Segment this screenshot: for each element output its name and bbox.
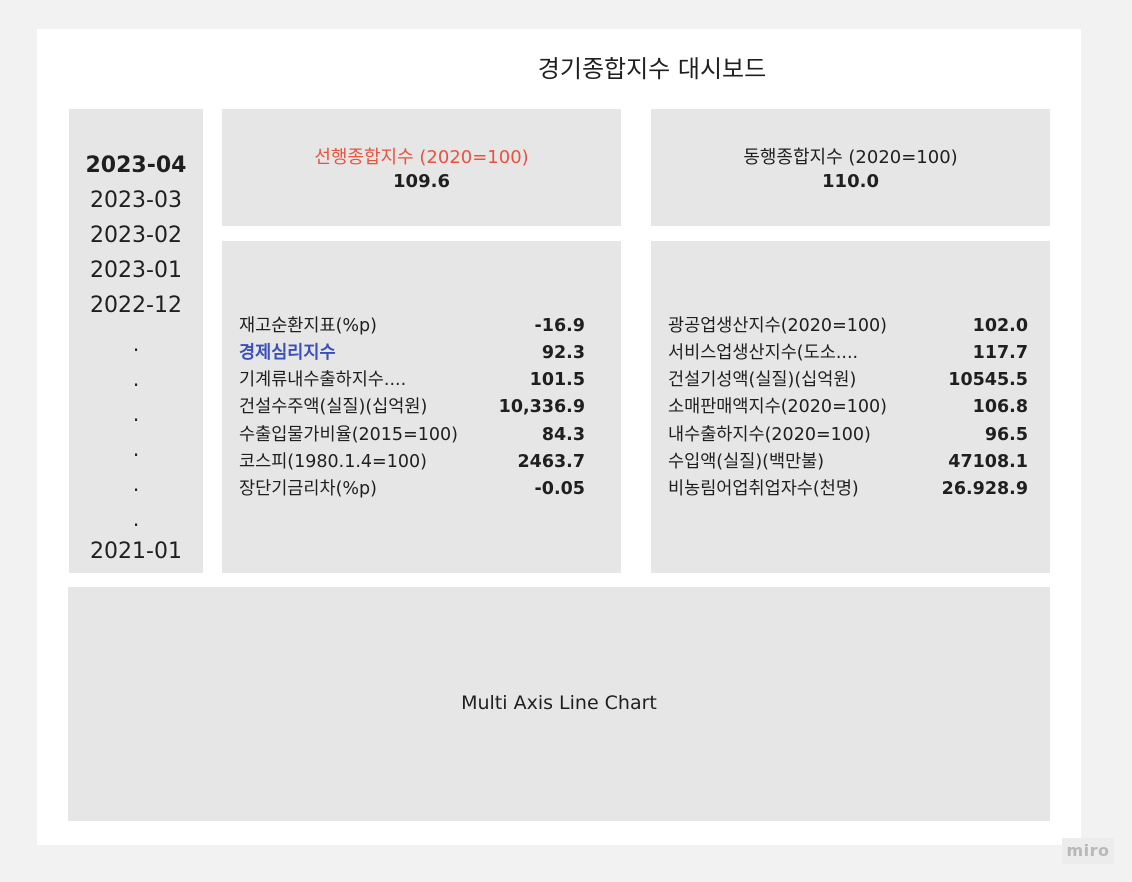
leading-index-card[interactable]: 선행종합지수 (2020=100) 109.6 <box>222 109 621 226</box>
list-item[interactable]: 기계류내수출하지수.... 101.5 <box>222 367 621 394</box>
indicator-value: 26.928.9 <box>941 479 1028 499</box>
list-item[interactable]: 수출입물가비율(2015=100) 84.3 <box>222 422 621 449</box>
indicator-name: 건설기성액(실질)(십억원) <box>668 370 857 390</box>
indicator-value: 96.5 <box>984 425 1028 445</box>
indicator-value: 106.8 <box>972 397 1028 417</box>
ellipsis-dot: . <box>132 402 140 426</box>
indicator-name: 기계류내수출하지수.... <box>239 370 407 390</box>
indicator-value: 102.0 <box>972 316 1028 336</box>
leading-components-list: 재고순환지표(%p) -16.9 경제심리지수 92.3 기계류내수출하지수..… <box>222 241 621 573</box>
indicator-name: 수출입물가비율(2015=100) <box>239 425 458 445</box>
indicator-name: 서비스업생산지수(도소.... <box>668 343 859 363</box>
coincident-components-list: 광공업생산지수(2020=100) 102.0 서비스업생산지수(도소.... … <box>651 241 1050 573</box>
indicator-value: 117.7 <box>972 343 1028 363</box>
indicator-value: 101.5 <box>529 370 585 390</box>
indicator-name: 건설수주액(실질)(십억원) <box>239 397 428 417</box>
ellipsis-dot: . <box>132 472 140 496</box>
indicator-name: 내수출하지수(2020=100) <box>668 425 871 445</box>
indicator-name: 비농림어업취업자수(천명) <box>668 479 859 499</box>
indicator-name: 수입액(실질)(백만불) <box>668 452 825 472</box>
dashboard-board: 경기종합지수 대시보드 2023-04 2023-03 2023-02 2023… <box>37 29 1081 845</box>
date-item-2023-03[interactable]: 2023-03 <box>69 186 203 216</box>
list-item[interactable]: 비농림어업취업자수(천명) 26.928.9 <box>651 476 1050 503</box>
page-title: 경기종합지수 대시보드 <box>537 55 767 83</box>
indicator-value: 47108.1 <box>948 452 1028 472</box>
list-item[interactable]: 건설기성액(실질)(십억원) 10545.5 <box>651 367 1050 394</box>
coincident-index-label: 동행종합지수 (2020=100) <box>743 147 958 168</box>
list-item[interactable]: 소매판매액지수(2020=100) 106.8 <box>651 394 1050 421</box>
chart-placeholder-label: Multi Axis Line Chart <box>461 692 657 714</box>
indicator-value: 10545.5 <box>948 370 1028 390</box>
indicator-name: 광공업생산지수(2020=100) <box>668 316 887 336</box>
miro-watermark: miro <box>1062 838 1114 864</box>
coincident-index-card[interactable]: 동행종합지수 (2020=100) 110.0 <box>651 109 1050 226</box>
list-item[interactable]: 재고순환지표(%p) -16.9 <box>222 313 621 340</box>
date-item-2023-01[interactable]: 2023-01 <box>69 256 203 286</box>
indicator-name: 재고순환지표(%p) <box>239 316 377 336</box>
list-item[interactable]: 경제심리지수 92.3 <box>222 340 621 367</box>
date-item-2021-01[interactable]: 2021-01 <box>69 537 203 567</box>
indicator-name: 경제심리지수 <box>239 343 336 363</box>
indicator-name: 소매판매액지수(2020=100) <box>668 397 887 417</box>
ellipsis-dot: . <box>132 332 140 356</box>
indicator-name: 코스피(1980.1.4=100) <box>239 452 427 472</box>
list-item[interactable]: 광공업생산지수(2020=100) 102.0 <box>651 313 1050 340</box>
ellipsis-dot: . <box>132 367 140 391</box>
list-item[interactable]: 수입액(실질)(백만불) 47108.1 <box>651 449 1050 476</box>
indicator-value: -16.9 <box>534 316 585 336</box>
list-item[interactable]: 내수출하지수(2020=100) 96.5 <box>651 422 1050 449</box>
list-item[interactable]: 장단기금리차(%p) -0.05 <box>222 476 621 503</box>
indicator-name: 장단기금리차(%p) <box>239 479 377 499</box>
leading-index-label: 선행종합지수 (2020=100) <box>314 147 529 168</box>
chart-placeholder: Multi Axis Line Chart <box>68 587 1050 821</box>
list-item[interactable]: 건설수주액(실질)(십억원) 10,336.9 <box>222 394 621 421</box>
date-list: 2023-04 2023-03 2023-02 2023-01 2022-12 … <box>69 109 203 573</box>
coincident-index-value: 110.0 <box>822 171 879 192</box>
indicator-value: 2463.7 <box>517 452 585 472</box>
ellipsis-dot: . <box>132 437 140 461</box>
list-item[interactable]: 서비스업생산지수(도소.... 117.7 <box>651 340 1050 367</box>
date-item-2022-12[interactable]: 2022-12 <box>69 291 203 321</box>
date-item-2023-02[interactable]: 2023-02 <box>69 221 203 251</box>
indicator-value: 84.3 <box>541 425 585 445</box>
leading-index-value: 109.6 <box>393 171 450 192</box>
list-item[interactable]: 코스피(1980.1.4=100) 2463.7 <box>222 449 621 476</box>
ellipsis-dot: . <box>132 507 140 531</box>
indicator-value: 92.3 <box>541 343 585 363</box>
indicator-value: 10,336.9 <box>498 397 585 417</box>
indicator-value: -0.05 <box>534 479 585 499</box>
date-item-2023-04[interactable]: 2023-04 <box>69 151 203 181</box>
